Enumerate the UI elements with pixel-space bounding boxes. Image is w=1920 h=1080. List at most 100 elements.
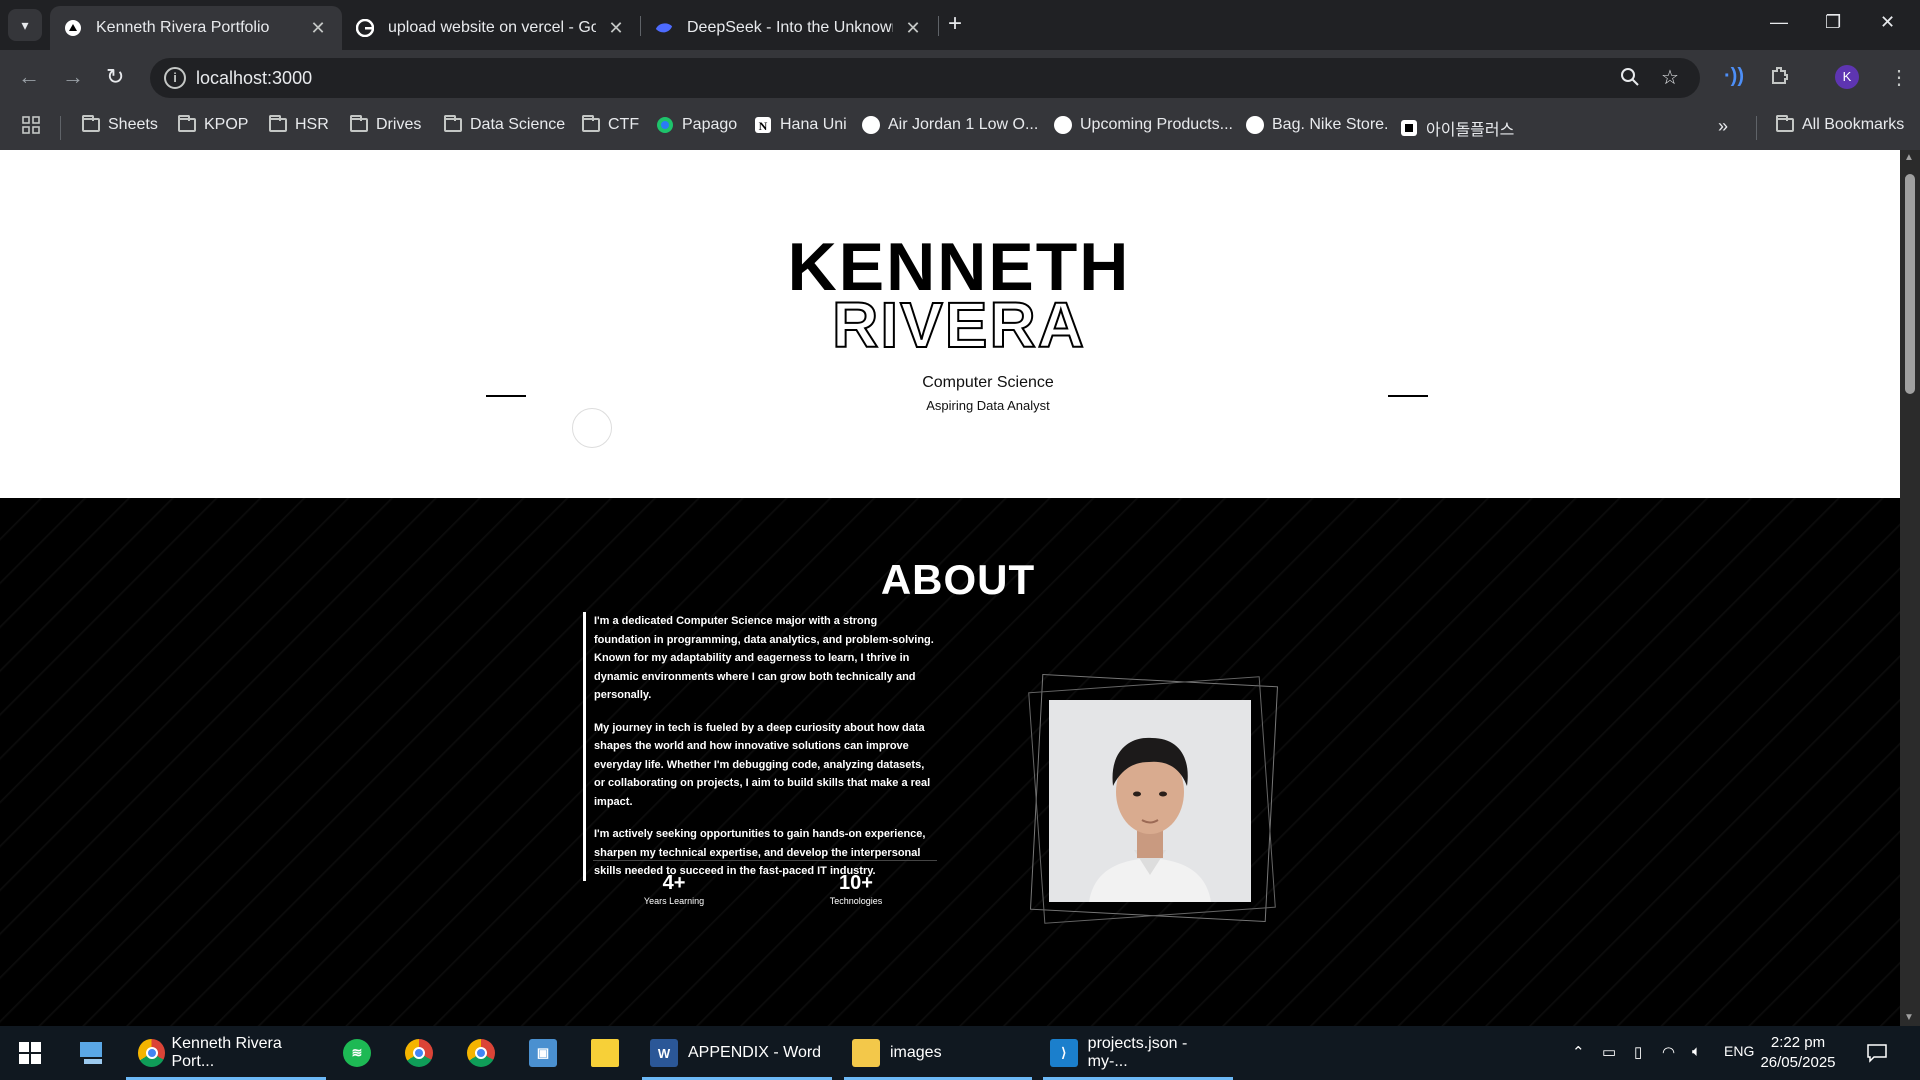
volume-icon[interactable]: 🔈︎ [1692, 1043, 1701, 1060]
scroll-up-arrow-icon[interactable]: ▲ [1904, 152, 1914, 163]
minimize-icon[interactable]: — [1770, 12, 1788, 33]
folder-icon [178, 115, 196, 133]
bookmark-hana-uni[interactable]: N Hana Uni [754, 116, 847, 134]
extensions-puzzle-icon[interactable] [1770, 65, 1790, 91]
windows-taskbar: Kenneth Rivera Port... ≋ ▣ W APPENDIX - … [0, 1026, 1920, 1080]
menu-kebab-icon[interactable]: ⋮ [1889, 65, 1909, 90]
browser-toolbar: ← → ↻ i localhost:3000 ☆ ·)) ⋮ [0, 50, 1920, 106]
folder-icon [350, 115, 368, 133]
hero-subtitle: Aspiring Data Analyst [926, 398, 1050, 413]
sticky-notes-icon[interactable] [591, 1026, 619, 1080]
hero-last-name: RIVERA [831, 288, 1086, 362]
close-icon[interactable]: ✕ [308, 18, 328, 39]
nike-icon [862, 116, 880, 134]
taskbar-item-word[interactable]: W APPENDIX - Word [650, 1026, 830, 1080]
scroll-down-arrow-icon[interactable]: ▼ [1904, 1012, 1914, 1023]
tab-separator [938, 16, 939, 36]
site-info-icon[interactable]: i [164, 67, 186, 89]
address-bar[interactable]: i localhost:3000 ☆ [150, 58, 1700, 98]
desktop-computer-icon[interactable] [78, 1026, 106, 1080]
portfolio-page: KENNETH RIVERA Computer Science Aspiring… [0, 150, 1900, 1026]
bookmark-data-science[interactable]: Data Science [444, 115, 565, 134]
bookmark-sheets[interactable]: Sheets [82, 115, 158, 134]
new-tab-plus-icon[interactable]: + [948, 12, 962, 36]
restore-icon[interactable]: ❐ [1825, 12, 1841, 33]
more-bookmarks-chevron-icon[interactable]: » [1718, 116, 1728, 137]
vercel-triangle-icon [64, 19, 82, 37]
read-aloud-icon[interactable]: ·)) [1724, 65, 1744, 88]
tray-overflow-chevron-icon[interactable]: ⌃ [1572, 1043, 1585, 1061]
bookmark-upcoming-products[interactable]: Upcoming Products... [1054, 116, 1233, 134]
bookmark-air-jordan[interactable]: Air Jordan 1 Low O... [862, 116, 1038, 134]
device-icon[interactable]: ▯ [1634, 1043, 1642, 1061]
forward-arrow-icon[interactable]: → [62, 64, 84, 90]
hero-decor-line [486, 395, 526, 397]
hero-decor-line [1388, 395, 1428, 397]
chrome-icon [138, 1039, 166, 1067]
photos-app-icon[interactable]: ▣ [529, 1026, 557, 1080]
window-close-icon[interactable]: ✕ [1880, 12, 1895, 33]
stat-years-learning: 4+ Years Learning [619, 872, 729, 906]
about-paragraph: My journey in tech is fueled by a deep c… [594, 721, 931, 808]
tab-title: DeepSeek - Into the Unknown [687, 19, 893, 36]
stat-label: Technologies [829, 896, 883, 906]
folder-icon [582, 115, 600, 133]
close-icon[interactable]: ✕ [903, 18, 923, 39]
url-text[interactable]: localhost:3000 [196, 68, 312, 89]
notifications-icon[interactable] [1866, 1043, 1888, 1067]
all-bookmarks[interactable]: All Bookmarks [1776, 115, 1904, 134]
bookmark-star-icon[interactable]: ☆ [1661, 65, 1679, 90]
folder-icon [444, 115, 462, 133]
battery-icon[interactable]: ▭ [1602, 1043, 1616, 1061]
system-clock[interactable]: 2:22 pm 26/05/2025 [1758, 1033, 1838, 1073]
bookmark-idol-plus[interactable]: 아이돌플러스 [1400, 116, 1514, 140]
taskbar-item-chrome[interactable]: Kenneth Rivera Port... [138, 1026, 326, 1080]
tab-title: upload website on vercel - Goo [388, 19, 596, 36]
tab-title: Kenneth Rivera Portfolio [96, 19, 270, 36]
stat-technologies: 10+ Technologies [801, 872, 911, 906]
apps-grid-icon[interactable] [22, 116, 40, 134]
tab-strip: ▾ Kenneth Rivera Portfolio ✕ upload webs… [0, 0, 1920, 50]
notion-icon: N [754, 117, 772, 133]
taskbar-item-explorer[interactable]: images [852, 1026, 1022, 1080]
close-icon[interactable]: ✕ [606, 18, 626, 39]
scrollbar-thumb[interactable] [1905, 174, 1915, 394]
bookmarks-bar: Sheets KPOP HSR Drives Data Science CTF … [0, 106, 1920, 150]
tab-portfolio[interactable]: Kenneth Rivera Portfolio ✕ [50, 6, 342, 50]
chrome-profile-icon[interactable] [467, 1026, 495, 1080]
profile-avatar[interactable]: K [1835, 65, 1859, 89]
reload-icon[interactable]: ↻ [106, 64, 124, 90]
stat-value: 4+ [662, 872, 686, 894]
tab-deepseek[interactable]: DeepSeek - Into the Unknown ✕ [641, 6, 937, 50]
bookmark-papago[interactable]: Papago [656, 116, 737, 134]
bookmark-ctf[interactable]: CTF [582, 115, 639, 134]
zoom-magnifier-icon[interactable] [1620, 67, 1640, 92]
cursor-follower [572, 408, 612, 448]
nike-icon [1054, 116, 1072, 134]
folder-icon [82, 115, 100, 133]
start-windows-icon[interactable] [18, 1026, 42, 1080]
folder-icon [852, 1039, 880, 1067]
bookmark-nike-store[interactable]: Bag. Nike Store. [1246, 116, 1389, 134]
back-arrow-icon[interactable]: ← [18, 64, 40, 90]
taskbar-item-vscode[interactable]: ⟩ projects.json - my-... [1050, 1026, 1230, 1080]
folder-icon [1776, 115, 1794, 133]
tab-search-button[interactable]: ▾ [8, 9, 42, 41]
wifi-icon[interactable]: ◠ [1662, 1043, 1675, 1061]
svg-text:N: N [759, 119, 768, 133]
chrome-profile-icon[interactable] [405, 1026, 433, 1080]
vscode-icon: ⟩ [1050, 1039, 1078, 1067]
nike-icon [1246, 116, 1264, 134]
bookmark-hsr[interactable]: HSR [269, 115, 329, 134]
page-scrollbar[interactable]: ▲ ▼ [1900, 150, 1920, 1026]
clock-time: 2:22 pm [1770, 1034, 1826, 1051]
stat-value: 10+ [839, 872, 873, 894]
profile-photo [1049, 700, 1251, 902]
bookmark-kpop[interactable]: KPOP [178, 115, 248, 134]
language-indicator[interactable]: ENG [1724, 1043, 1754, 1059]
deepseek-whale-icon [655, 19, 673, 37]
tab-vercel-search[interactable]: upload website on vercel - Goo ✕ [342, 6, 640, 50]
bookmark-drives[interactable]: Drives [350, 115, 421, 134]
about-paragraph: I'm a dedicated Computer Science major w… [594, 615, 934, 701]
spotify-icon[interactable]: ≋ [343, 1026, 371, 1080]
